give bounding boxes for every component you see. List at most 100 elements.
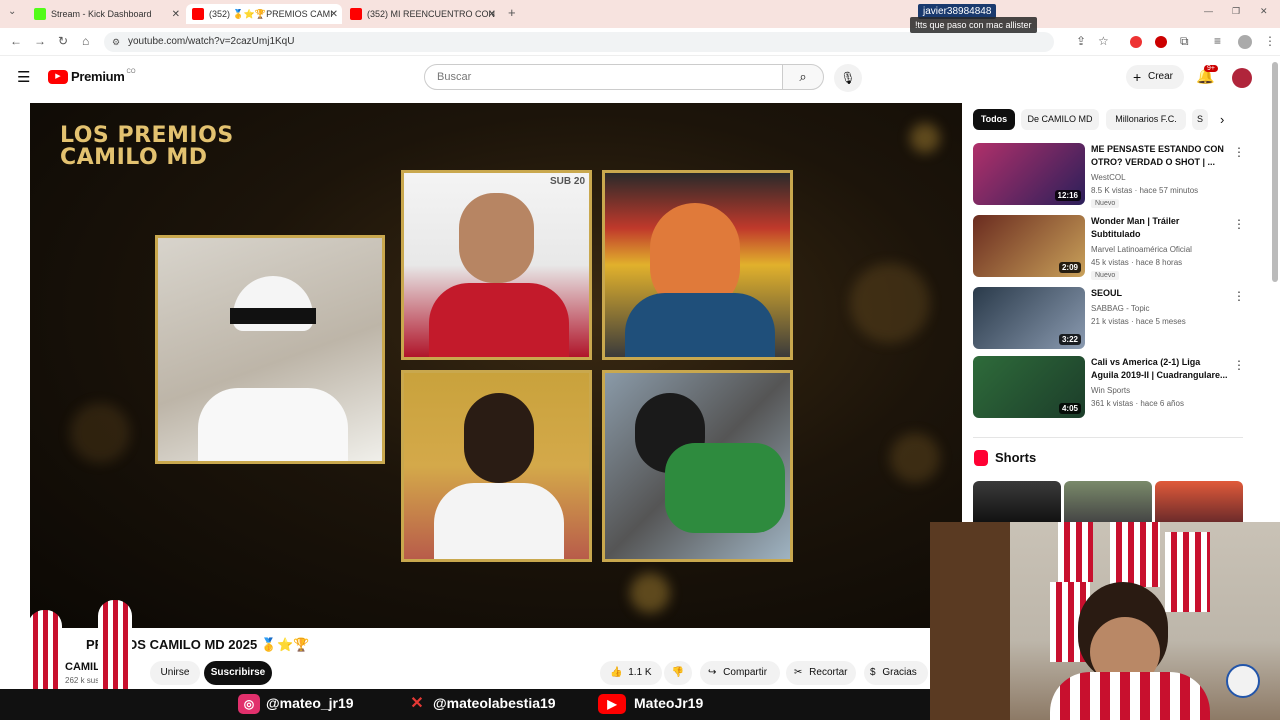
youtube-favicon-icon [350,8,362,20]
chip-millonarios[interactable]: Millonarios F.C. [1106,109,1186,130]
youtube-logo[interactable]: ▶ Premium CO [48,69,136,84]
forward-icon[interactable]: → [34,34,46,48]
menu-kebab-icon[interactable]: ⋮ [1264,34,1276,48]
chip-camilo[interactable]: De CAMILO MD [1021,109,1099,130]
more-options-icon[interactable]: ⋮ [1233,217,1245,231]
more-options-icon[interactable]: ⋮ [1233,289,1245,303]
maximize-icon[interactable]: ❐ [1232,6,1240,17]
tab-label: Stream - Kick Dashboard [51,9,152,19]
extension-icon[interactable] [1155,36,1167,48]
recommendation-item[interactable]: 2:09 Wonder Man | Tráiler Subtitulado Ma… [973,215,1245,283]
reload-icon[interactable]: ↻ [58,34,68,48]
extension-icon[interactable] [1130,36,1142,48]
share-button[interactable]: ↪ Compartir [700,661,780,685]
jersey-poster [1110,522,1160,587]
divider [973,437,1243,438]
tab-reencuentro[interactable]: (352) MI REENCUENTRO CON ✕ [344,4,500,24]
subscribe-button[interactable]: Suscribirse [204,661,272,685]
view-meta: 21 k vistas · hace 5 meses [1091,317,1186,326]
jersey-poster [1058,522,1093,582]
view-meta: 361 k vistas · hace 6 años [1091,399,1184,408]
hamburger-menu-icon[interactable]: ☰ [17,68,30,86]
url-field[interactable]: ⚙ youtube.com/watch?v=2cazUmj1KqU [104,32,1054,52]
minimize-icon[interactable]: — [1204,6,1213,16]
ball-shape [1226,664,1260,698]
search-input[interactable]: Buscar [424,64,783,90]
kick-favicon-icon [34,8,46,20]
video-player[interactable]: LOS PREMIOS CAMILO MD SUB 20 [30,103,962,628]
x-handle: @mateolabestia19 [433,695,556,711]
tab-label: (352) 🥇⭐🏆PREMIOS CAMI [209,8,333,19]
short-thumbnail[interactable] [1064,481,1152,523]
install-icon[interactable]: ⇪ [1076,34,1086,48]
video-thumbnail[interactable]: 4:05 [973,356,1085,418]
shorts-icon [974,450,988,466]
like-button[interactable]: 👍 1.1 K [600,661,662,685]
more-options-icon[interactable]: ⋮ [1233,358,1245,372]
more-options-icon[interactable]: ⋮ [1233,145,1245,159]
recommendation-title[interactable]: Cali vs America (2-1) Liga Aguila 2019-I… [1091,356,1229,382]
media-control-icon[interactable]: ≡ [1214,34,1221,48]
footballer-figure [98,600,132,700]
back-icon[interactable]: ← [10,34,22,48]
microphone-icon[interactable]: 🎙 [834,64,862,92]
account-avatar[interactable] [1232,68,1252,88]
new-tab-button[interactable]: + [508,5,516,20]
chevron-right-icon[interactable]: › [1220,112,1224,127]
region-code: CO [126,68,136,75]
bookmark-star-icon[interactable]: ☆ [1098,34,1109,48]
duration: 3:22 [1058,334,1081,345]
close-window-icon[interactable]: ✕ [1260,6,1268,17]
profile-avatar[interactable] [1238,35,1252,49]
recommendation-title[interactable]: ME PENSASTE ESTANDO CON OTRO? VERDAD O S… [1091,143,1229,169]
recommendation-title[interactable]: Wonder Man | Tráiler Subtitulado [1091,215,1229,241]
create-button[interactable]: + Crear [1126,65,1184,89]
youtube-header: ☰ ▶ Premium CO Buscar ⌕ 🎙 + Crear 🔔 9+ [0,56,1280,100]
chat-message: !tts que paso con mac allister [910,17,1037,33]
page-scrollbar[interactable] [1272,62,1278,282]
video-thumbnail[interactable]: 3:22 [973,287,1085,349]
short-thumbnail[interactable] [973,481,1061,523]
tab-list-icon[interactable]: ⌄ [8,6,16,17]
channel-name: WestCOL [1091,173,1126,182]
site-info-icon[interactable]: ⚙ [112,32,120,52]
recommendation-title[interactable]: SEOUL [1091,287,1229,300]
thanks-label: Gracias [882,667,917,678]
video-thumbnail[interactable]: 2:09 [973,215,1085,277]
recommendation-item[interactable]: 12:16 ME PENSASTE ESTANDO CON OTRO? VERD… [973,143,1245,211]
share-icon: ↪ [708,667,717,678]
scissors-icon: ✂ [794,667,803,678]
chip-more[interactable]: S [1192,109,1208,130]
extensions-puzzle-icon[interactable]: ⧉ [1180,34,1189,49]
youtube-handle: MateoJr19 [634,695,704,711]
recommendation-item[interactable]: 4:05 Cali vs America (2-1) Liga Aguila 2… [973,356,1245,420]
home-icon[interactable]: ⌂ [82,34,89,48]
address-bar: ← → ↻ ⌂ ⚙ youtube.com/watch?v=2cazUmj1Kq… [0,28,1280,56]
player-photo-4 [602,370,793,562]
channel-name: SABBAG - Topic [1091,304,1150,313]
close-icon[interactable]: ✕ [488,9,496,20]
short-thumbnail[interactable] [1155,481,1243,523]
video-thumbnail[interactable]: 12:16 [973,143,1085,205]
close-icon[interactable]: ✕ [330,9,338,20]
recommendation-item[interactable]: 3:22 SEOUL SABBAG - Topic 21 k vistas · … [973,287,1245,351]
join-button[interactable]: Unirse [150,661,200,685]
youtube-icon: ▶ [598,694,626,714]
duration: 2:09 [1058,262,1081,273]
jersey-shape [665,443,785,533]
shorts-heading: Shorts [995,450,1037,465]
tab-premios[interactable]: (352) 🥇⭐🏆PREMIOS CAMI ✕ [186,4,342,24]
new-badge: Nuevo [1091,199,1120,208]
chip-todos[interactable]: Todos [973,109,1015,130]
share-label: Compartir [723,667,768,678]
hair-shape [464,393,534,483]
player-photo-3 [401,370,592,562]
clip-button[interactable]: ✂ Recortar [786,661,856,685]
search-icon[interactable]: ⌕ [782,64,824,90]
tab-kick[interactable]: Stream - Kick Dashboard ✕ [28,4,184,24]
instagram-icon: ◎ [238,694,260,714]
close-icon[interactable]: ✕ [172,9,180,20]
dislike-button[interactable]: 👎 [664,661,692,685]
url-text: youtube.com/watch?v=2cazUmj1KqU [128,36,295,47]
thanks-button[interactable]: $ Gracias [864,661,928,685]
